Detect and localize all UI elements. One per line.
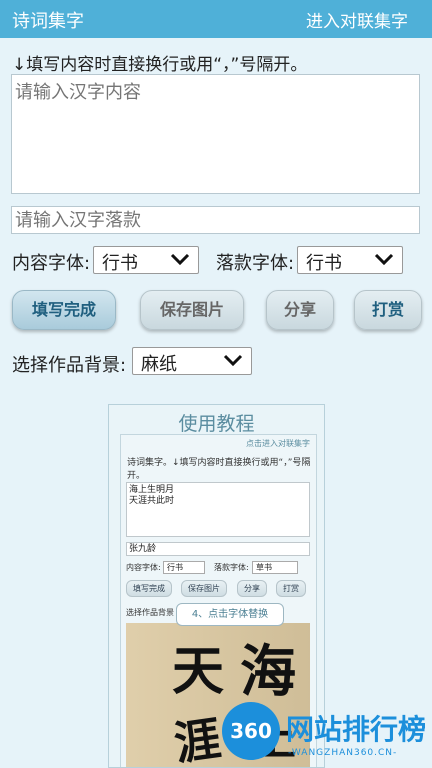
share-button[interactable]: 分享 (266, 290, 334, 330)
tutorial-couplet-link: 点击进入对联集字 (246, 439, 310, 448)
chevron-down-icon (170, 253, 190, 266)
top-bar: 诗词集字 进入对联集字 (0, 0, 432, 38)
tutorial-sign-font-select: 草书 (252, 561, 298, 574)
tutorial-content-line: 天涯共此时 (129, 496, 175, 506)
tutorial-share-button: 分享 (237, 580, 267, 597)
calligraphy-glyph: 天 (172, 641, 225, 702)
reward-button[interactable]: 打赏 (354, 290, 422, 330)
background-value: 麻纸 (141, 354, 177, 375)
tutorial-content: 海上生明月 天涯共此时 (126, 482, 310, 537)
watermark-360-badge: 360 (222, 702, 280, 760)
tutorial-fill-button: 填写完成 (126, 580, 172, 597)
tutorial-content-font-label: 内容字体: (126, 563, 161, 572)
background-label: 选择作品背景: (12, 355, 127, 376)
tutorial-callout: 4、点击字体替换 (176, 603, 284, 626)
tutorial-hint: 诗词集字。↓填写内容时直接换行或用“，”号隔开。 (127, 458, 311, 481)
tutorial-content-line: 海上生明月 (129, 485, 175, 495)
tutorial-sign: 张九龄 (126, 542, 310, 556)
input-hint: ↓填写内容时直接换行或用“，”号隔开。 (12, 55, 308, 75)
calligraphy-glyph: 海 (240, 639, 296, 705)
chevron-down-icon (374, 253, 394, 266)
tutorial-sign-font-value: 草书 (256, 563, 272, 572)
watermark-logo: 360 网站排行榜 -WANGZHAN360.CN- (222, 702, 428, 764)
tutorial-title: 使用教程 (178, 413, 255, 435)
app-title: 诗词集字 (12, 11, 84, 32)
tutorial-content-font-value: 行书 (167, 563, 183, 572)
chevron-down-icon (223, 354, 243, 367)
tutorial-bg-label: 选择作品背景 (126, 608, 174, 617)
sign-font-value: 行书 (306, 253, 342, 274)
signature-input[interactable] (11, 206, 420, 234)
sign-font-label: 落款字体: (216, 253, 295, 274)
content-font-label: 内容字体: (12, 253, 91, 274)
sign-font-select[interactable]: 行书 (297, 246, 403, 274)
tutorial-reward-button: 打赏 (276, 580, 306, 597)
content-font-select[interactable]: 行书 (93, 246, 199, 274)
content-input[interactable] (11, 74, 420, 194)
tutorial-sign-font-label: 落款字体: (214, 563, 249, 572)
save-image-button[interactable]: 保存图片 (140, 290, 244, 330)
tutorial-save-button: 保存图片 (181, 580, 227, 597)
calligraphy-glyph: 涯 (170, 711, 224, 768)
fill-complete-button[interactable]: 填写完成 (12, 290, 116, 330)
watermark-url: -WANGZHAN360.CN- (288, 748, 398, 758)
content-font-value: 行书 (102, 253, 138, 274)
background-select[interactable]: 麻纸 (132, 347, 252, 375)
tutorial-content-font-select: 行书 (163, 561, 205, 574)
watermark-name: 网站排行榜 (286, 713, 427, 746)
enter-couplet-link[interactable]: 进入对联集字 (306, 7, 408, 32)
